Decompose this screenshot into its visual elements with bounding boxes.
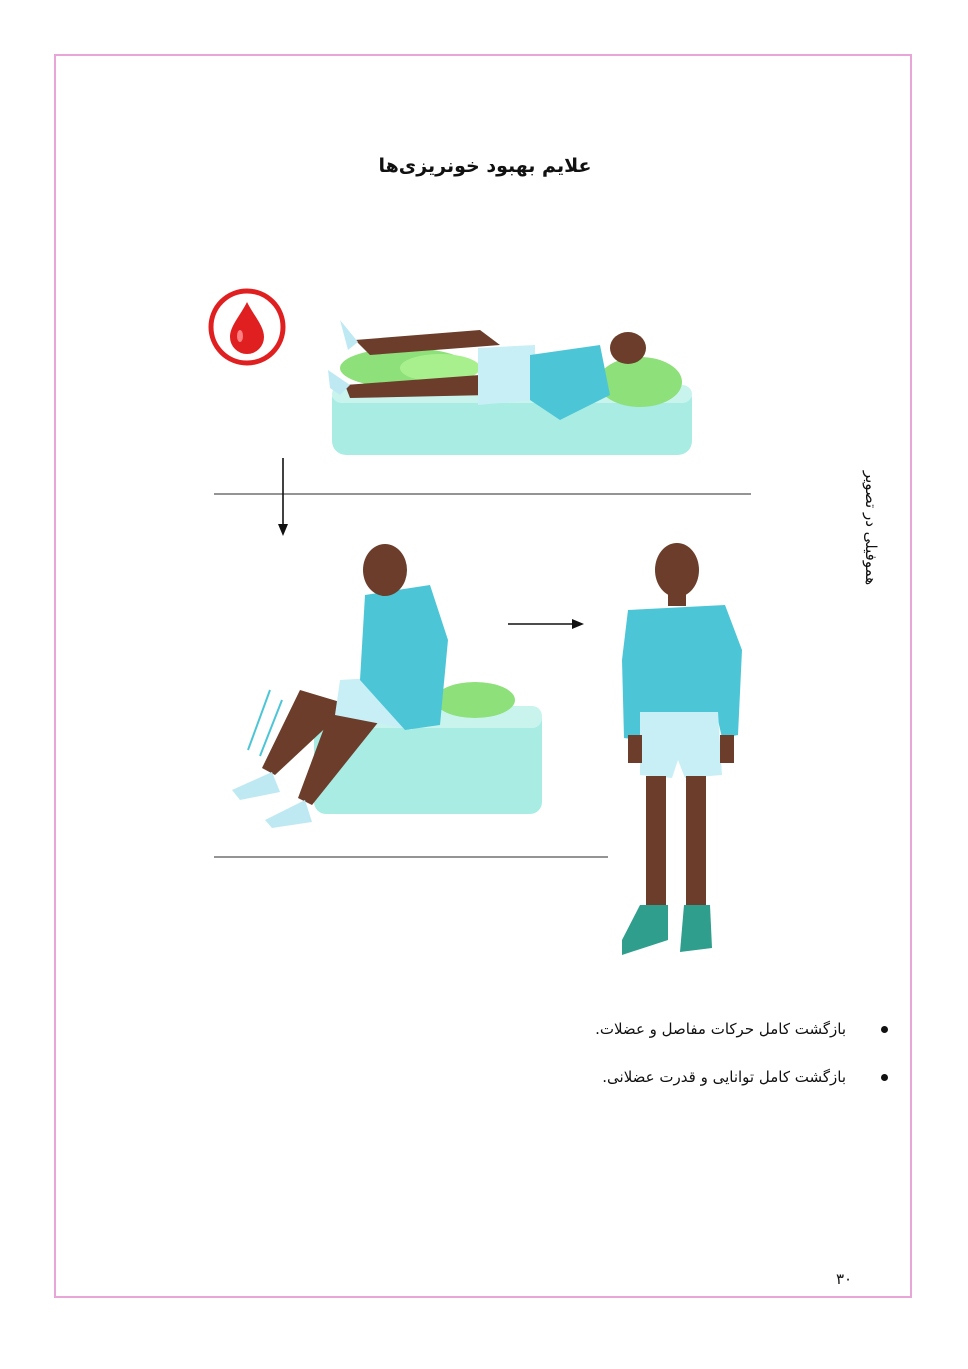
page-number: ۳۰ — [836, 1270, 853, 1288]
bullet-list: بازگشت کامل حرکات مفاصل و عضلات. بازگشت … — [468, 1018, 888, 1114]
sitting-person-illustration — [232, 544, 542, 828]
bullet-text: بازگشت کامل حرکات مفاصل و عضلات. — [595, 1020, 846, 1038]
right-arrow — [508, 619, 584, 629]
bullet-text: بازگشت کامل توانایی و قدرت عضلانی. — [602, 1068, 846, 1086]
blood-drop-icon — [208, 288, 286, 366]
bullet-dot-icon — [881, 1074, 888, 1081]
standing-person-illustration — [622, 543, 742, 955]
bullet-dot-icon — [881, 1026, 888, 1033]
down-arrow — [278, 458, 288, 536]
list-item: بازگشت کامل توانایی و قدرت عضلانی. — [468, 1066, 888, 1088]
lying-person-illustration — [328, 320, 692, 455]
illustration-canvas — [208, 288, 751, 955]
list-item: بازگشت کامل حرکات مفاصل و عضلات. — [468, 1018, 888, 1040]
